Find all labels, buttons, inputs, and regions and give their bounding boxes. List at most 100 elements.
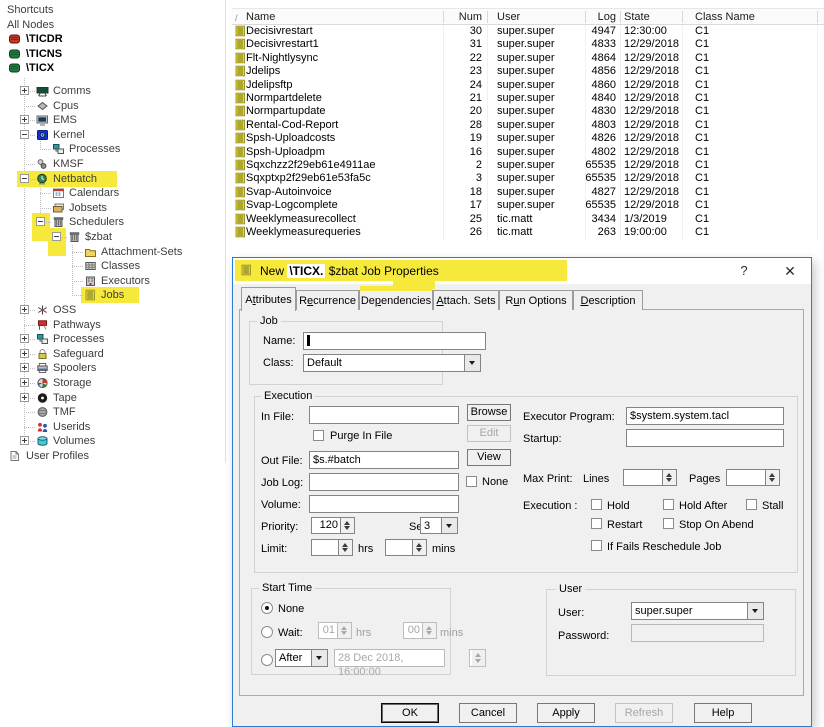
- ok-button[interactable]: OK: [381, 703, 439, 723]
- expand-toggle[interactable]: [20, 115, 29, 124]
- tree-item-comms[interactable]: Comms: [53, 84, 91, 98]
- tree-item-ticdr[interactable]: \TICDR: [26, 32, 63, 46]
- restart-checkbox[interactable]: [591, 518, 602, 529]
- volume-input[interactable]: [309, 495, 459, 513]
- table-row[interactable]: Spsh-Uploadcosts19super.super482612/29/2…: [232, 132, 824, 145]
- tree-item-processes[interactable]: Processes: [69, 142, 120, 156]
- column-header-log[interactable]: Log: [560, 11, 616, 23]
- tree-item-processes[interactable]: Processes: [53, 332, 104, 346]
- name-input[interactable]: [303, 332, 486, 350]
- column-header-class-name[interactable]: Class Name: [695, 11, 755, 23]
- spinner-arrows-icon[interactable]: [662, 470, 676, 485]
- tree-item-oss[interactable]: OSS: [53, 303, 76, 317]
- help-icon[interactable]: ?: [731, 261, 757, 281]
- table-row[interactable]: Rental-Cod-Report28super.super480312/29/…: [232, 119, 824, 132]
- panel-splitter[interactable]: [225, 0, 226, 463]
- cancel-button[interactable]: Cancel: [459, 703, 517, 723]
- help-button[interactable]: Help: [694, 703, 752, 723]
- selpri-select[interactable]: 3: [420, 517, 458, 534]
- expand-toggle[interactable]: [20, 363, 29, 372]
- tree-item-shortcuts[interactable]: Shortcuts: [7, 3, 53, 17]
- column-separator[interactable]: [443, 11, 444, 23]
- expand-toggle[interactable]: [20, 436, 29, 445]
- column-separator[interactable]: [620, 11, 621, 23]
- spinner-arrows-icon[interactable]: [338, 540, 352, 555]
- tree-item-ticns[interactable]: \TICNS: [26, 47, 62, 61]
- in-file-input[interactable]: [309, 406, 459, 424]
- limit-mins-spinner[interactable]: [385, 539, 427, 556]
- table-row[interactable]: Decisivrestart30super.super494712:30:00C…: [232, 25, 824, 38]
- column-header-user[interactable]: User: [497, 11, 520, 23]
- spinner-arrows-icon[interactable]: [765, 470, 779, 485]
- tree-item-user-profiles[interactable]: User Profiles: [26, 449, 89, 463]
- start-after-radio[interactable]: [261, 654, 273, 666]
- tree-item-safeguard[interactable]: Safeguard: [53, 347, 104, 361]
- table-row[interactable]: Svap-Autoinvoice18super.super482712/29/2…: [232, 186, 824, 199]
- table-row[interactable]: Sqxchzz2f29eb61e4911ae2super.super655351…: [232, 159, 824, 172]
- expand-toggle[interactable]: [52, 232, 61, 241]
- table-row[interactable]: Jdelips23super.super485612/29/2018C1: [232, 65, 824, 78]
- tree-item-tape[interactable]: Tape: [53, 391, 77, 405]
- expand-toggle[interactable]: [20, 130, 29, 139]
- tree-item-userids[interactable]: Userids: [53, 420, 90, 434]
- table-row[interactable]: Decisivrestart131super.super483312/29/20…: [232, 38, 824, 51]
- tree-item-pathways[interactable]: Pathways: [53, 318, 101, 332]
- tree-item-volumes[interactable]: Volumes: [53, 434, 95, 448]
- table-row[interactable]: Spsh-Uploadpm16super.super480212/29/2018…: [232, 146, 824, 159]
- job-log-input[interactable]: [309, 473, 459, 491]
- if-fails-reschedule-checkbox[interactable]: [591, 540, 602, 551]
- column-header-state[interactable]: State: [624, 11, 650, 23]
- lines-spinner[interactable]: [623, 469, 677, 486]
- startup-input[interactable]: [626, 429, 784, 447]
- column-header-name[interactable]: Name: [246, 11, 275, 23]
- tree-item-calendars[interactable]: Calendars: [69, 186, 119, 200]
- expand-toggle[interactable]: [20, 334, 29, 343]
- tree-item-jobs[interactable]: Jobs: [101, 288, 124, 302]
- tree-item-cpus[interactable]: Cpus: [53, 99, 79, 113]
- tree-item-kmsf[interactable]: KMSF: [53, 157, 84, 171]
- class-select[interactable]: Default: [303, 354, 481, 372]
- table-row[interactable]: Svap-Logcomplete17super.super6553512/29/…: [232, 199, 824, 212]
- tab-dependencies[interactable]: Dependencies: [359, 290, 433, 310]
- column-separator[interactable]: [817, 11, 818, 23]
- chevron-down-icon[interactable]: [441, 518, 457, 533]
- column-separator[interactable]: [585, 11, 586, 23]
- tree-item-kernel[interactable]: Kernel: [53, 128, 85, 142]
- expand-toggle[interactable]: [20, 378, 29, 387]
- after-select[interactable]: After: [275, 649, 328, 667]
- tab-attributes[interactable]: Attributes: [241, 287, 296, 311]
- start-none-radio[interactable]: [261, 602, 273, 614]
- limit-hrs-spinner[interactable]: [311, 539, 353, 556]
- column-separator[interactable]: [487, 11, 488, 23]
- tab-description[interactable]: Description: [573, 290, 643, 310]
- table-row[interactable]: Sqxptxp2f29eb61e53fa5c3super.super655351…: [232, 172, 824, 185]
- tree-item-tmf[interactable]: TMF: [53, 405, 76, 419]
- tree-item-executors[interactable]: Executors: [101, 274, 150, 288]
- tree-item-attachment-sets[interactable]: Attachment-Sets: [101, 245, 182, 259]
- expand-toggle[interactable]: [36, 217, 45, 226]
- view-button[interactable]: View: [467, 449, 511, 466]
- tree-item-jobsets[interactable]: Jobsets: [69, 201, 107, 215]
- chevron-down-icon[interactable]: [311, 650, 327, 666]
- out-file-input[interactable]: $s.#batch: [309, 451, 459, 469]
- chevron-down-icon[interactable]: [747, 603, 763, 619]
- table-row[interactable]: Normpartupdate20super.super483012/29/201…: [232, 105, 824, 118]
- browse-button[interactable]: Browse: [467, 404, 511, 421]
- spinner-arrows-icon[interactable]: [412, 540, 426, 555]
- purge-in-file-checkbox[interactable]: [313, 430, 324, 441]
- pages-spinner[interactable]: [726, 469, 780, 486]
- tree-item-storage[interactable]: Storage: [53, 376, 92, 390]
- chevron-down-icon[interactable]: [464, 355, 480, 371]
- executor-program-input[interactable]: $system.system.tacl: [626, 407, 784, 425]
- user-select[interactable]: super.super: [631, 602, 764, 620]
- expand-toggle[interactable]: [20, 174, 29, 183]
- tree-item-netbatch[interactable]: Netbatch: [53, 172, 97, 186]
- table-row[interactable]: Jdelipsftp24super.super486012/29/2018C1: [232, 79, 824, 92]
- expand-toggle[interactable]: [20, 349, 29, 358]
- tab-attach-sets[interactable]: Attach. Sets: [433, 290, 499, 310]
- tab-run-options[interactable]: Run Options: [499, 290, 573, 310]
- hold-checkbox[interactable]: [591, 499, 602, 510]
- tree-item-ems[interactable]: EMS: [53, 113, 77, 127]
- tree-item-classes[interactable]: Classes: [101, 259, 140, 273]
- spinner-arrows-icon[interactable]: [340, 518, 354, 533]
